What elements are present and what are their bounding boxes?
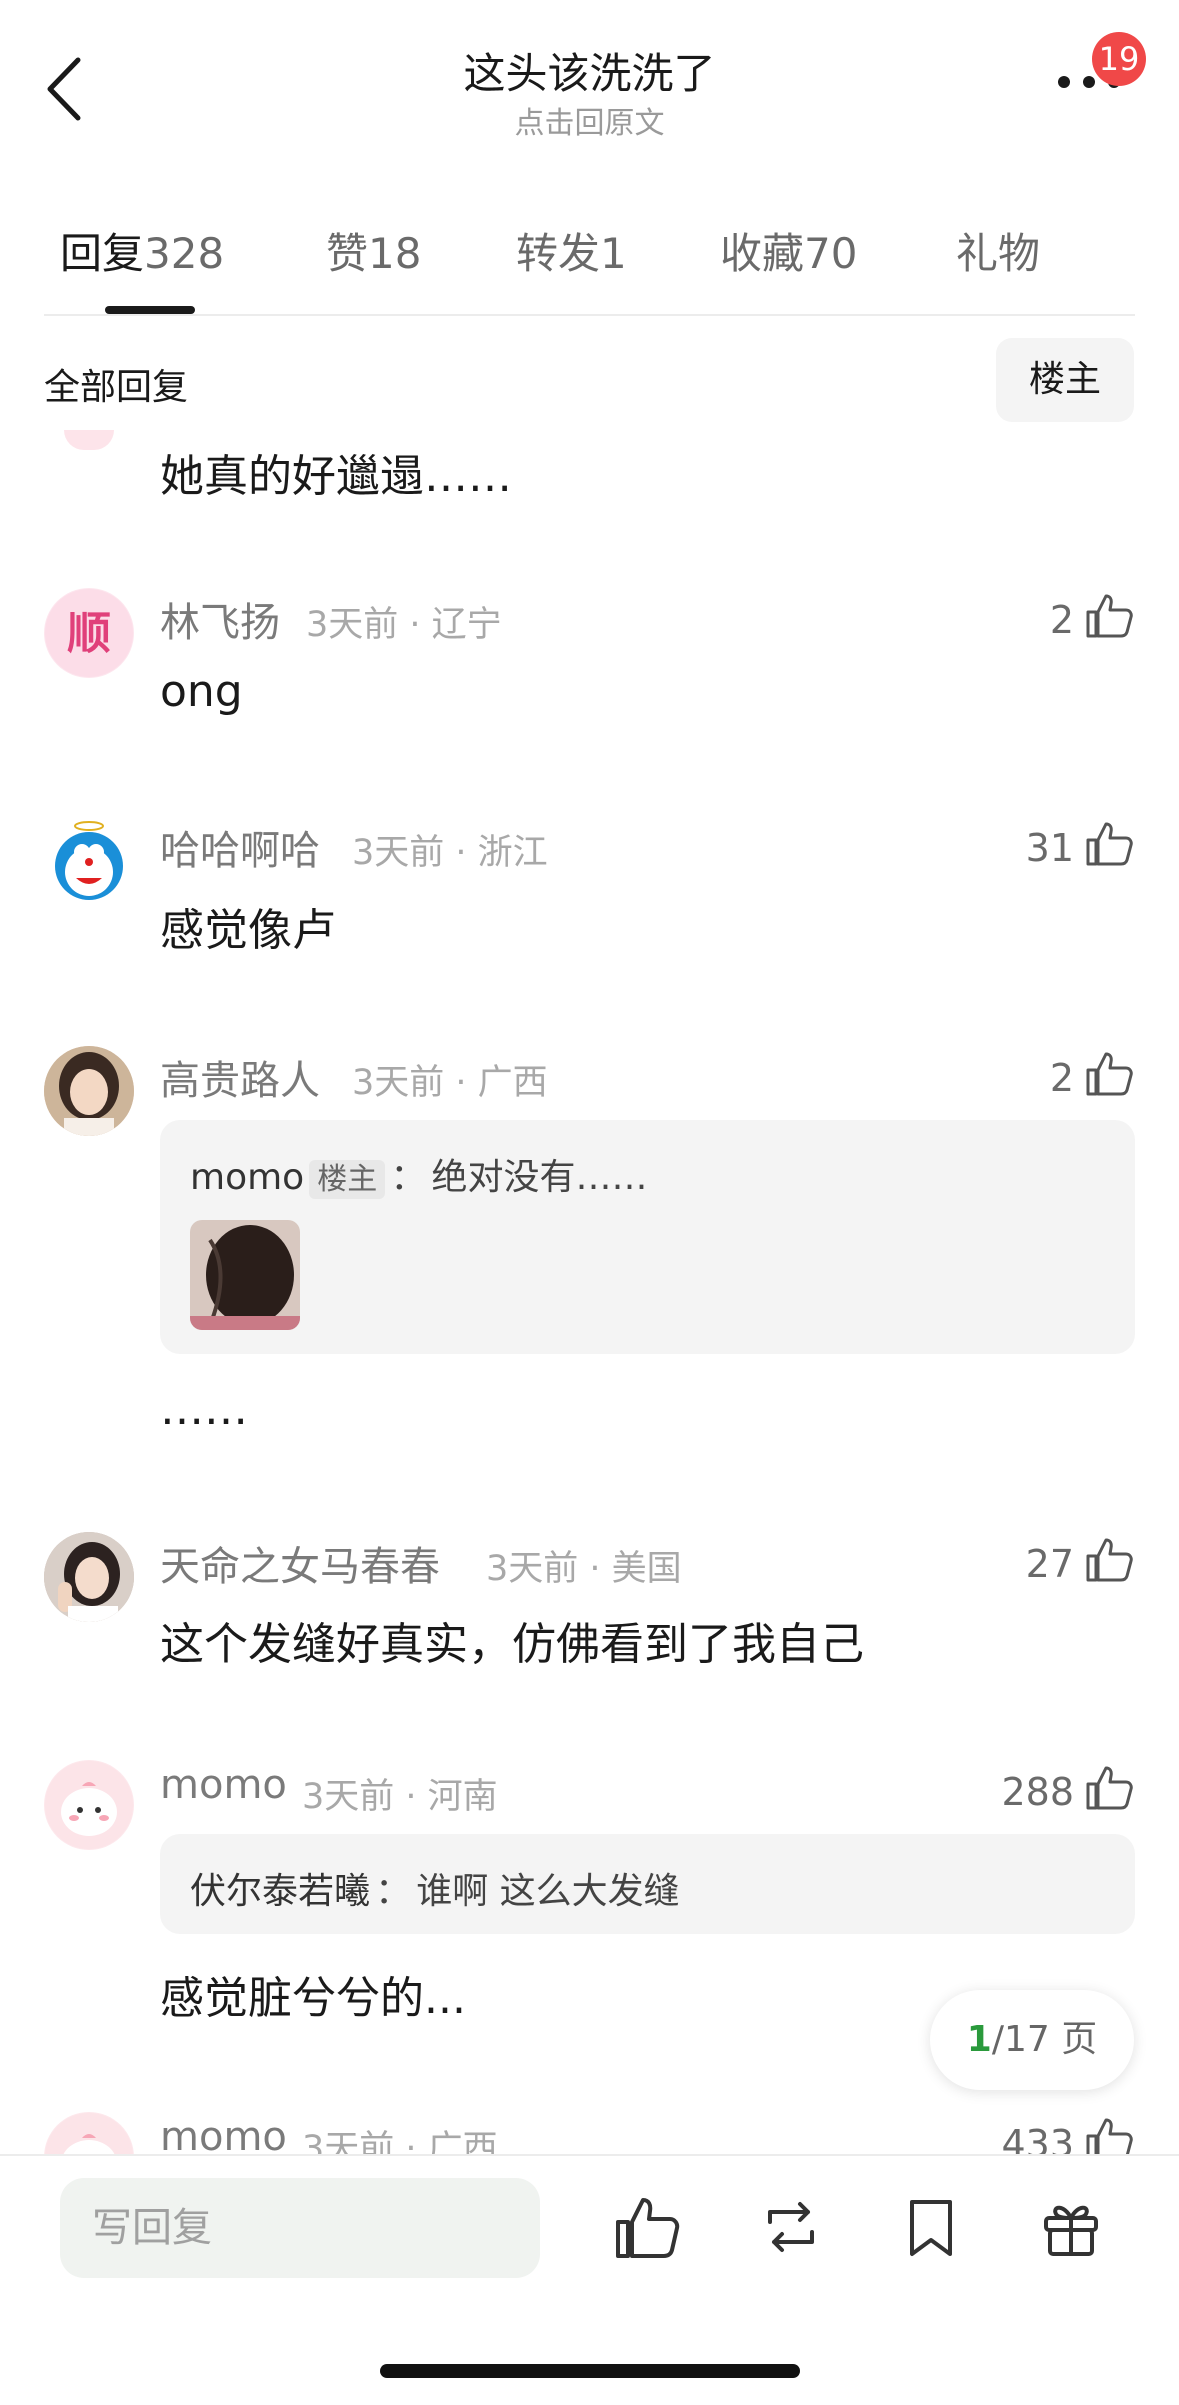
woman-photo-avatar[interactable] (44, 1532, 134, 1622)
comment-text: ong (160, 666, 243, 717)
filter-op-button[interactable]: 楼主 (996, 338, 1134, 422)
like-count: 288 (1001, 1770, 1074, 1814)
quote-separator: ： (390, 1157, 427, 1198)
like-count: 31 (1025, 826, 1074, 870)
thumb-up-icon[interactable] (1084, 1762, 1134, 1812)
quote-header: momo 楼主 ： 绝对没有…… (190, 1148, 648, 1200)
partial-avatar (64, 430, 114, 450)
quoted-reply[interactable]: 伏尔泰若曦 ： 谁啊 这么大发缝 (160, 1834, 1135, 1934)
tab-likes[interactable]: 赞18 (326, 220, 421, 281)
comment-meta: 3天前 · 河南 (302, 1777, 498, 1817)
doraemon-avatar[interactable] (44, 816, 134, 906)
comment-meta: 3天前 · 辽宁 (306, 605, 502, 645)
tab-count: 18 (368, 229, 422, 278)
thumb-up-icon[interactable] (1084, 1534, 1134, 1584)
girl-photo-avatar[interactable] (44, 1046, 134, 1136)
page-title[interactable]: 这头该洗洗了 (0, 40, 1179, 101)
quote-text: 绝对没有…… (431, 1157, 648, 1198)
tab-replies[interactable]: 回复328 (60, 220, 224, 281)
reply-input[interactable] (60, 2178, 540, 2278)
current-page: 1 (966, 2019, 992, 2060)
tab-label: 赞 (326, 229, 369, 278)
page-indicator[interactable]: 1/17 页 (930, 1990, 1134, 2090)
tab-count: 1 (600, 229, 627, 278)
quote-text: 谁啊 这么大发缝 (416, 1871, 680, 1912)
section-title: 全部回复 (44, 367, 189, 408)
comment-text: …… (160, 1384, 248, 1435)
comment-meta: 3天前 · 浙江 (352, 833, 548, 873)
like-count: 2 (1049, 598, 1074, 642)
like-count: 27 (1025, 1542, 1074, 1586)
quoted-reply[interactable]: momo 楼主 ： 绝对没有…… (160, 1120, 1135, 1354)
active-tab-indicator (105, 306, 195, 314)
home-indicator[interactable] (380, 2364, 800, 2378)
commenter-name[interactable]: 林飞扬 (160, 590, 280, 648)
tab-reposts[interactable]: 转发1 (516, 220, 627, 281)
comment-text: 感觉脏兮兮的... (160, 1973, 466, 2024)
thumb-up-icon[interactable] (1084, 818, 1134, 868)
comment-meta: 3天前 · 美国 (486, 1549, 682, 1589)
pink-blob-avatar[interactable] (44, 1760, 134, 1850)
tab-label: 回复 (60, 229, 145, 278)
svg-text:顺: 顺 (67, 608, 111, 659)
bookmark-icon[interactable] (896, 2192, 966, 2262)
tab-count: 70 (804, 229, 858, 278)
quote-author[interactable]: momo (190, 1157, 304, 1198)
quote-separator: ： (375, 1871, 412, 1912)
quote-header: 伏尔泰若曦 ： 谁啊 这么大发缝 (190, 1862, 680, 1914)
pink-character-avatar[interactable]: 顺 (44, 588, 134, 678)
tab-label: 礼物 (956, 229, 1041, 278)
gift-icon[interactable] (1036, 2192, 1106, 2262)
comment-meta: 3天前 · 广西 (352, 1063, 548, 1103)
commenter-name[interactable]: 高贵路人 (160, 1048, 320, 1106)
comment-text: 感觉像卢 (160, 905, 336, 956)
thumb-up-icon[interactable] (1084, 590, 1134, 640)
thumb-up-icon[interactable] (612, 2192, 682, 2262)
op-tag: 楼主 (309, 1160, 386, 1199)
quote-author[interactable]: 伏尔泰若曦 (190, 1871, 370, 1912)
repost-icon[interactable] (756, 2192, 826, 2262)
tab-label: 收藏 (720, 229, 805, 278)
like-count: 2 (1049, 1056, 1074, 1100)
tab-divider (44, 314, 1135, 316)
quote-image-thumbnail[interactable] (190, 1220, 300, 1330)
commenter-name[interactable]: 天命之女马春春 (160, 1534, 440, 1592)
tab-favorites[interactable]: 收藏70 (720, 220, 857, 281)
comment-text: 这个发缝好真实，仿佛看到了我自己 (160, 1619, 864, 1670)
commenter-name[interactable]: momo (160, 1762, 287, 1808)
total-pages: /17 页 (991, 2019, 1098, 2060)
notification-badge: 19 (1092, 32, 1146, 86)
comment-text: 她真的好邋遢…… (160, 451, 512, 502)
tab-label: 转发 (516, 229, 601, 278)
thumb-up-icon[interactable] (1084, 1048, 1134, 1098)
commenter-name[interactable]: 哈哈啊哈 (160, 818, 320, 876)
tab-count: 328 (144, 229, 225, 278)
back-to-original-link[interactable]: 点击回原文 (0, 98, 1179, 142)
tab-gifts[interactable]: 礼物 (956, 220, 1040, 281)
